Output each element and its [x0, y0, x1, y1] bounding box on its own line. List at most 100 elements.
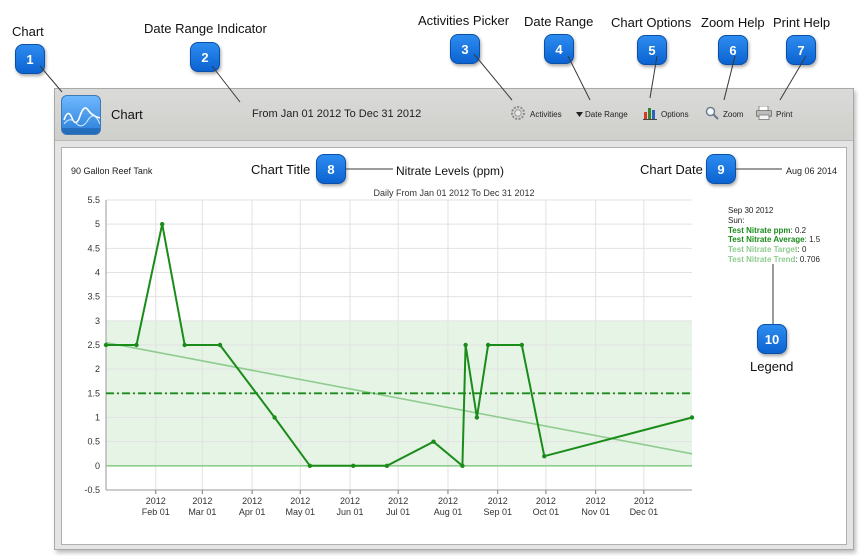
x-tick-label: Mar 01 — [188, 507, 216, 517]
callout-label-chart: Chart — [12, 24, 44, 39]
y-tick-label: 1 — [95, 413, 100, 423]
x-tick-year: 2012 — [488, 496, 508, 506]
legend-item: Test Nitrate Trend: 0.706 — [728, 254, 820, 264]
data-point[interactable] — [307, 463, 313, 469]
legend-item: Test Nitrate Target: 0 — [728, 245, 807, 255]
y-tick-label: 5.5 — [87, 195, 100, 205]
callout-badge-1: 1 — [15, 44, 45, 74]
data-point[interactable] — [351, 463, 356, 469]
legend-item-name: Test Nitrate Average — [728, 235, 805, 245]
legend-item-value: 1.5 — [809, 235, 821, 245]
x-tick-label: May 01 — [286, 507, 316, 517]
callout-label-chart-options: Chart Options — [611, 15, 692, 30]
x-tick-year: 2012 — [242, 496, 262, 506]
data-point[interactable] — [463, 342, 468, 348]
data-point[interactable] — [519, 342, 525, 348]
legend-date: Sep 30 2012 — [728, 206, 774, 215]
callout-label-date-range: Date Range — [524, 14, 594, 29]
data-point[interactable] — [182, 342, 187, 348]
y-tick-label: 4.5 — [87, 243, 100, 253]
magnifier-icon — [705, 106, 719, 122]
data-point[interactable] — [103, 342, 109, 348]
x-tick-year: 2012 — [192, 496, 212, 506]
callout-badge-6: 6 — [718, 35, 748, 65]
zoom-button[interactable]: Zoom — [705, 103, 743, 125]
date-range-indicator: From Jan 01 2012 To Dec 31 2012 — [252, 108, 422, 120]
x-tick-year: 2012 — [146, 496, 166, 506]
y-tick-label: 0 — [95, 461, 100, 471]
x-tick-year: 2012 — [340, 496, 360, 506]
x-tick-year: 2012 — [634, 496, 654, 506]
callout-badge-7: 7 — [786, 35, 816, 65]
date-range-button[interactable]: Date Range — [576, 103, 628, 125]
legend-item: Test Nitrate ppm: 0.2 — [728, 225, 807, 235]
x-tick-label: Feb 01 — [142, 507, 170, 517]
legend-item-value: 0.2 — [794, 225, 807, 235]
gear-icon — [510, 105, 526, 123]
y-tick-label: 2 — [95, 364, 100, 374]
y-tick-label: 3.5 — [87, 292, 100, 302]
legend: Sep 30 2012 Sun: Test Nitrate ppm: 0.2 T… — [728, 206, 820, 265]
options-button[interactable]: Options — [643, 103, 689, 125]
y-tick-label: 5 — [95, 219, 100, 229]
legend-item-name: Test Nitrate Target — [728, 245, 798, 255]
legend-item-name: Test Nitrate Trend — [728, 254, 796, 264]
x-tick-label: Sep 01 — [483, 507, 512, 517]
legend-item-value: 0 — [801, 245, 807, 255]
data-point[interactable] — [431, 439, 436, 444]
data-point[interactable] — [542, 453, 547, 459]
callout-badge-10: 10 — [757, 324, 787, 354]
dropdown-arrow-icon — [576, 110, 583, 119]
callout-label-zoom-help: Zoom Help — [701, 15, 765, 30]
callout-label-chart-title: Chart Title — [251, 162, 311, 177]
callout-label-date-range-indicator: Date Range Indicator — [144, 21, 267, 36]
y-tick-label: 4 — [95, 268, 100, 278]
legend-day: Sun: — [728, 215, 745, 225]
x-tick-year: 2012 — [290, 496, 310, 506]
activities-label: Activities — [530, 109, 562, 119]
x-tick-label: Apr 01 — [239, 507, 266, 517]
callout-badge-9: 9 — [706, 154, 736, 184]
x-tick-year: 2012 — [388, 496, 408, 506]
callout-label-print-help: Print Help — [773, 15, 831, 30]
date-range-label: Date Range — [585, 109, 628, 119]
x-tick-label: Jun 01 — [337, 507, 364, 517]
x-tick-label: Aug 01 — [434, 507, 463, 517]
data-point[interactable] — [460, 463, 465, 469]
toolbar: Chart From Jan 01 2012 To Dec 31 2012 Ac… — [55, 89, 853, 141]
data-point[interactable] — [689, 415, 695, 420]
print-button[interactable]: Print — [756, 103, 792, 125]
data-point[interactable] — [384, 463, 390, 469]
app-title: Chart — [111, 107, 143, 122]
chart-app-icon — [61, 95, 101, 135]
bar-chart-icon — [643, 106, 657, 122]
legend-item: Test Nitrate Average: 1.5 — [728, 235, 821, 245]
printer-icon — [756, 105, 772, 122]
data-point[interactable] — [134, 342, 139, 348]
x-tick-label: Nov 01 — [581, 507, 610, 517]
x-tick-year: 2012 — [586, 496, 606, 506]
print-label: Print — [776, 109, 793, 119]
callout-label-activities-picker: Activities Picker — [418, 13, 510, 28]
y-tick-label: 2.5 — [87, 340, 100, 350]
chart-subtitle: Daily From Jan 01 2012 To Dec 31 2012 — [374, 188, 535, 198]
x-tick-year: 2012 — [536, 496, 556, 506]
callout-badge-5: 5 — [637, 35, 667, 65]
data-point[interactable] — [272, 415, 277, 420]
data-point[interactable] — [485, 342, 491, 348]
data-point[interactable] — [217, 342, 223, 348]
y-tick-label: 0.5 — [87, 437, 100, 447]
chart-canvas: 90 Gallon Reef Tank Nitrate Levels (ppm)… — [61, 147, 847, 545]
callout-badge-4: 4 — [544, 34, 574, 64]
callout-label-legend: Legend — [750, 359, 794, 374]
legend-item-value: 0.706 — [799, 254, 820, 264]
legend-item-name: Test Nitrate ppm — [728, 225, 791, 235]
data-point[interactable] — [159, 221, 165, 227]
data-point[interactable] — [474, 415, 480, 420]
y-tick-label: -0.5 — [84, 485, 100, 495]
zoom-label: Zoom — [723, 109, 744, 119]
x-tick-year: 2012 — [438, 496, 458, 506]
x-tick-label: Oct 01 — [533, 507, 560, 517]
activities-button[interactable]: Activities — [510, 103, 562, 125]
callout-badge-2: 2 — [190, 42, 220, 72]
